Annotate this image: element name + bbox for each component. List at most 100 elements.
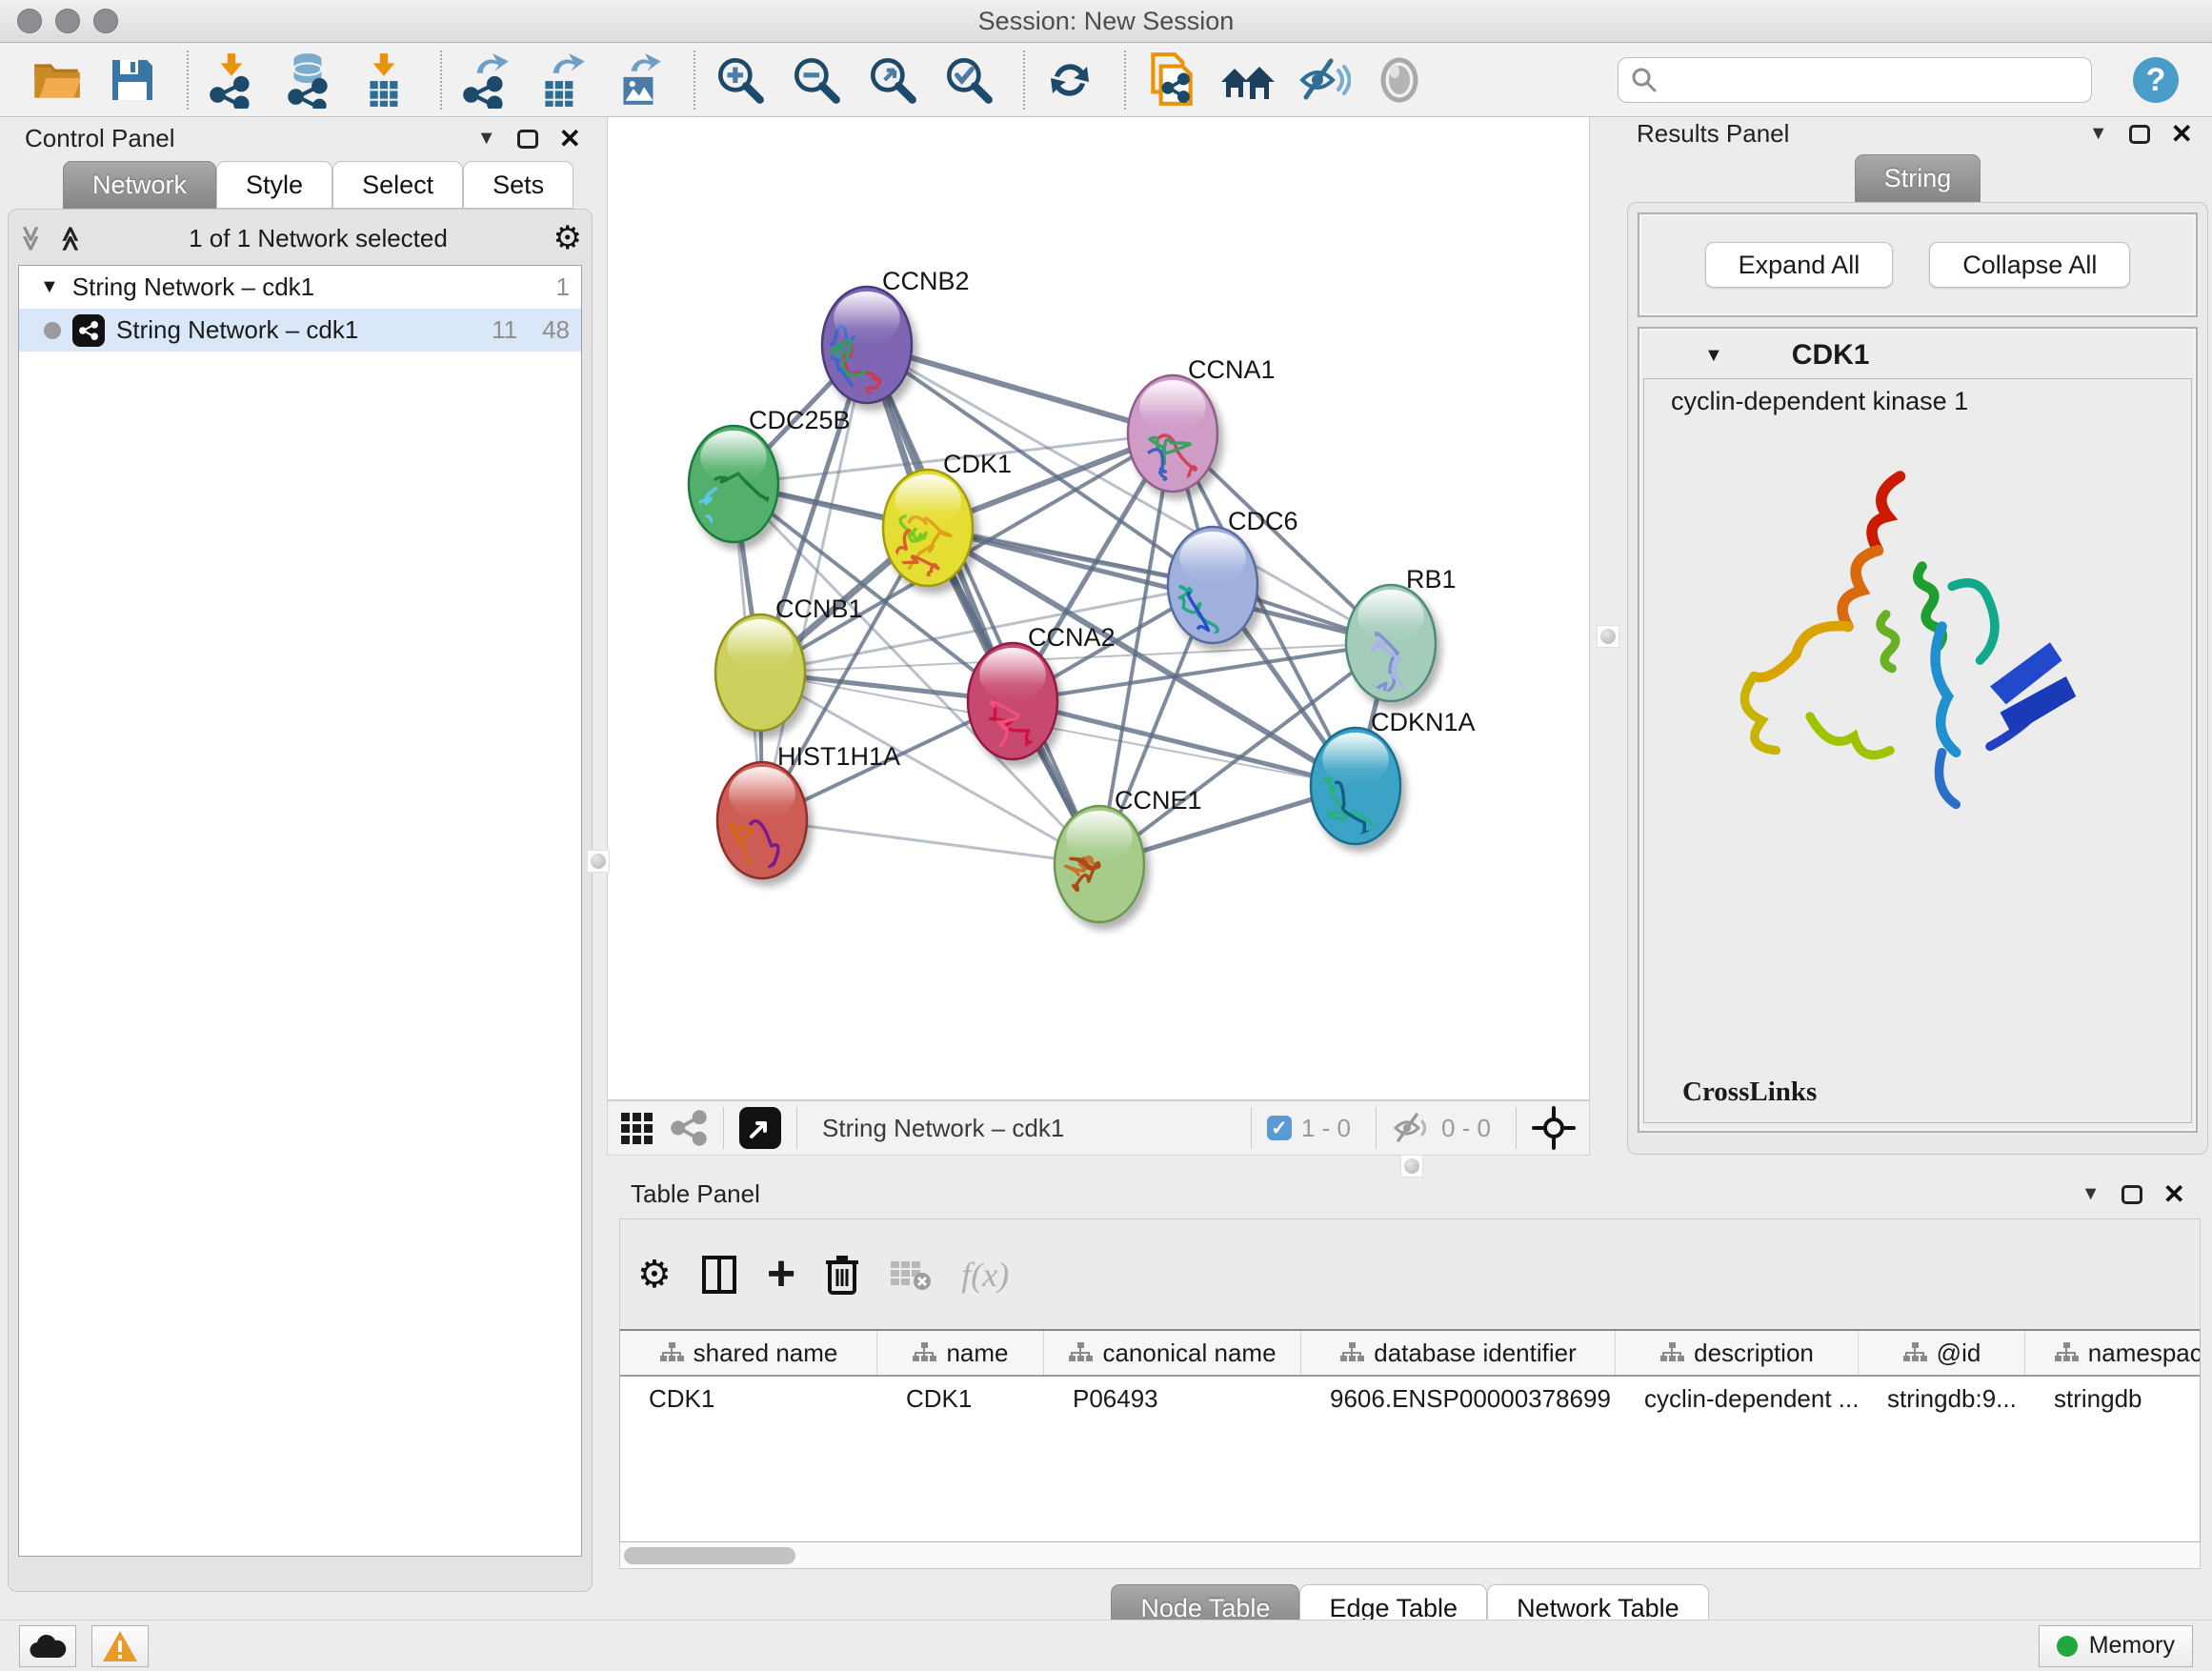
- scrollbar-thumb[interactable]: [624, 1547, 795, 1564]
- export-network-button[interactable]: [457, 50, 516, 111]
- node-label-CDKN1A: CDKN1A: [1371, 708, 1476, 736]
- column-header-canonical-name[interactable]: canonical name: [1044, 1331, 1301, 1375]
- zoom-selected-button[interactable]: [939, 50, 998, 111]
- warnings-button[interactable]: [91, 1625, 149, 1667]
- cell-database-identifier[interactable]: 9606.ENSP00000378699: [1301, 1384, 1616, 1414]
- panel-menu-icon[interactable]: ▼: [2089, 123, 2108, 145]
- collapse-triangle-icon[interactable]: ▼: [1704, 345, 1723, 367]
- show-columns-icon[interactable]: [700, 1254, 738, 1296]
- birds-eye-view-icon[interactable]: [739, 1107, 781, 1149]
- expand-all-button[interactable]: Expand All: [1705, 242, 1894, 288]
- network-options-gear-icon[interactable]: ⚙: [553, 219, 582, 257]
- column-header-description[interactable]: description: [1616, 1331, 1859, 1375]
- node-CDC6[interactable]: [1168, 527, 1257, 677]
- selected-checkbox-icon[interactable]: ✓: [1267, 1116, 1292, 1140]
- search-input[interactable]: [1659, 67, 2080, 94]
- cell-name[interactable]: CDK1: [877, 1384, 1044, 1414]
- collapse-all-button[interactable]: Collapse All: [1929, 242, 2130, 288]
- column-header-shared-name[interactable]: shared name: [620, 1331, 877, 1375]
- tab-string[interactable]: String: [1855, 154, 1981, 202]
- node-CDK1[interactable]: [883, 470, 973, 586]
- cell-description[interactable]: cyclin-dependent ...: [1616, 1384, 1859, 1414]
- attribute-type-icon: [2054, 1341, 2079, 1364]
- column-header-database-identifier[interactable]: database identifier: [1301, 1331, 1616, 1375]
- node-label-HIST1H1A: HIST1H1A: [777, 742, 900, 771]
- import-network-database-button[interactable]: [280, 50, 339, 111]
- vertical-splitter-handle[interactable]: [1597, 625, 1619, 648]
- attribute-type-icon: [1068, 1341, 1093, 1364]
- node-HIST1H1A[interactable]: [717, 762, 807, 882]
- grid-view-icon[interactable]: [621, 1113, 653, 1144]
- vertical-splitter-handle[interactable]: [587, 850, 610, 873]
- table-options-gear-icon[interactable]: ⚙: [637, 1253, 672, 1297]
- zoom-out-button[interactable]: [787, 50, 846, 111]
- tab-style[interactable]: Style: [216, 161, 332, 209]
- cloud-status-button[interactable]: [19, 1625, 76, 1667]
- tab-network[interactable]: Network: [63, 161, 216, 209]
- close-panel-icon[interactable]: ✕: [2163, 1181, 2185, 1208]
- refresh-button[interactable]: [1040, 50, 1099, 111]
- add-column-plus-icon[interactable]: +: [767, 1255, 795, 1295]
- close-panel-icon[interactable]: ✕: [559, 126, 581, 152]
- tab-sets[interactable]: Sets: [463, 161, 573, 209]
- collapse-all-networks-icon[interactable]: ≫: [16, 225, 46, 251]
- node-CCNE1[interactable]: [1055, 806, 1144, 922]
- collapse-triangle-icon[interactable]: ▼: [40, 276, 59, 298]
- node-CDKN1A[interactable]: [1311, 728, 1406, 844]
- cell-id[interactable]: stringdb:9...: [1859, 1384, 2025, 1414]
- table-row[interactable]: CDK1 CDK1 P06493 9606.ENSP00000378699 cy…: [620, 1377, 2200, 1420]
- table-header-row: shared name name canonical name database…: [620, 1331, 2200, 1377]
- export-table-button[interactable]: [533, 50, 593, 111]
- panel-menu-icon[interactable]: ▼: [477, 128, 496, 150]
- fit-selected-crosshair-icon[interactable]: [1532, 1106, 1576, 1150]
- detach-view-icon[interactable]: [670, 1109, 708, 1147]
- edge-CCNB2-CCNA1[interactable]: [867, 345, 1173, 433]
- table-panel-title: Table Panel: [631, 1179, 760, 1209]
- hide-selected-button[interactable]: [1294, 50, 1353, 111]
- cell-shared-name[interactable]: CDK1: [620, 1384, 877, 1414]
- show-all-button[interactable]: [1370, 50, 1429, 111]
- column-header-name[interactable]: name: [877, 1331, 1044, 1375]
- network-collection-row[interactable]: ▼ String Network – cdk1 1: [19, 266, 581, 309]
- export-image-button[interactable]: [610, 50, 669, 111]
- search-icon: [1630, 66, 1659, 94]
- zoom-in-button[interactable]: [711, 50, 770, 111]
- panel-menu-icon[interactable]: ▼: [2081, 1183, 2101, 1205]
- result-entry-header[interactable]: ▼ CDK1: [1643, 332, 2192, 378]
- delete-column-trash-icon[interactable]: [824, 1253, 860, 1297]
- network-canvas[interactable]: CCNB2CCNA1CDC25BCDK1CDC6RB1CCNB1CCNA2CDK…: [607, 117, 1590, 1100]
- save-session-button[interactable]: [103, 50, 162, 111]
- help-button[interactable]: ?: [2126, 50, 2185, 111]
- node-RB1[interactable]: [1346, 585, 1436, 701]
- cell-namespace[interactable]: stringdb: [2025, 1384, 2201, 1414]
- edge-CCNB2-CCNE1[interactable]: [867, 345, 1099, 864]
- node-CCNA2[interactable]: [968, 643, 1057, 759]
- zoom-fit-button[interactable]: [863, 50, 922, 111]
- network-row-selected[interactable]: String Network – cdk1 11 48: [19, 309, 581, 352]
- import-network-file-button[interactable]: [204, 50, 263, 111]
- network-view-toolbar: String Network – cdk1 ✓ 1 - 0 0 - 0: [607, 1100, 1590, 1156]
- network-graph[interactable]: CCNB2CCNA1CDC25BCDK1CDC6RB1CCNB1CCNA2CDK…: [608, 117, 1589, 1098]
- node-CCNB1[interactable]: [715, 614, 805, 731]
- duplicate-network-button[interactable]: [1141, 50, 1200, 111]
- float-panel-icon[interactable]: [2122, 1185, 2142, 1204]
- open-session-button[interactable]: [27, 50, 86, 111]
- node-label-CCNA2: CCNA2: [1028, 623, 1116, 652]
- column-header-id[interactable]: @id: [1859, 1331, 2025, 1375]
- tab-select[interactable]: Select: [332, 161, 463, 209]
- expand-all-networks-icon[interactable]: ≫: [55, 225, 85, 251]
- first-neighbors-button[interactable]: [1217, 50, 1277, 111]
- save-floppy-icon: [106, 53, 159, 107]
- node-CDC25B[interactable]: [689, 426, 781, 542]
- cell-canonical-name[interactable]: P06493: [1044, 1384, 1301, 1414]
- column-header-namespace[interactable]: namespace: [2025, 1331, 2201, 1375]
- float-panel-icon[interactable]: [2129, 125, 2150, 144]
- edge-HIST1H1A-CCNE1[interactable]: [762, 820, 1099, 864]
- node-CCNB2[interactable]: [822, 287, 912, 403]
- close-panel-icon[interactable]: ✕: [2171, 121, 2193, 148]
- memory-button[interactable]: Memory: [2039, 1625, 2193, 1667]
- horizontal-scrollbar[interactable]: [619, 1542, 2201, 1569]
- attribute-type-icon: [659, 1341, 684, 1364]
- import-table-file-button[interactable]: [356, 50, 415, 111]
- float-panel-icon[interactable]: [517, 130, 538, 149]
